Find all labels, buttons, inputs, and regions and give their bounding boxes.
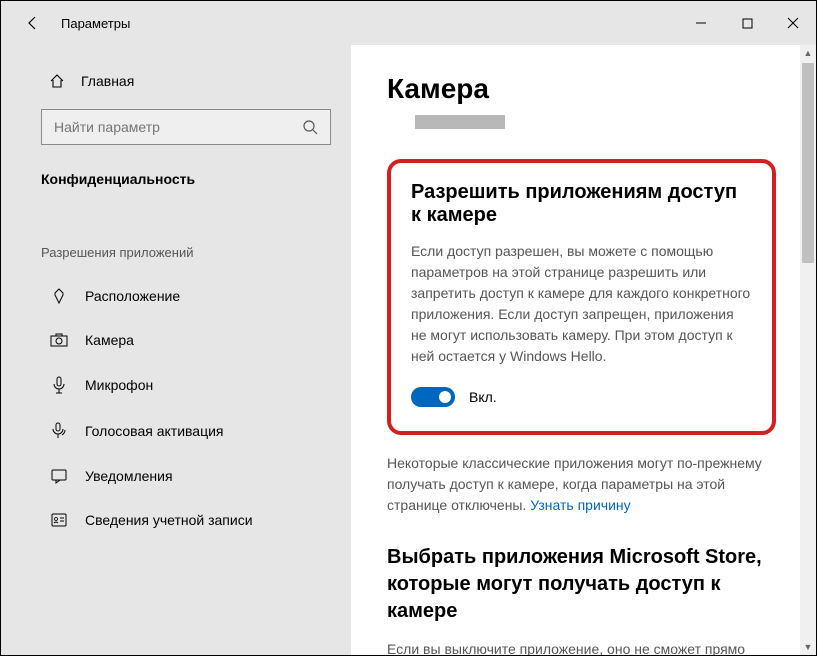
sidebar-item-microphone[interactable]: Микрофон <box>1 362 351 408</box>
maximize-icon <box>742 18 753 29</box>
toggle-state-label: Вкл. <box>469 389 497 405</box>
camera-icon <box>49 333 69 347</box>
sidebar-item-label: Камера <box>85 332 134 348</box>
sidebar-item-location[interactable]: Расположение <box>1 274 351 318</box>
card-body: Если доступ разрешен, вы можете с помощь… <box>411 241 752 367</box>
search-input[interactable] <box>54 119 302 135</box>
home-label: Главная <box>81 73 134 89</box>
camera-access-toggle[interactable] <box>411 387 455 407</box>
account-info-icon <box>49 512 69 528</box>
sidebar-section-header: Конфиденциальность <box>1 161 351 197</box>
scroll-thumb[interactable] <box>802 63 814 263</box>
arrow-left-icon <box>25 15 41 31</box>
close-button[interactable] <box>770 1 816 45</box>
sidebar-item-account-info[interactable]: Сведения учетной записи <box>1 498 351 542</box>
sidebar-item-notifications[interactable]: Уведомления <box>1 454 351 498</box>
search-icon <box>302 119 318 135</box>
classic-apps-note: Некоторые классические приложения могут … <box>387 453 776 516</box>
notifications-icon <box>49 468 69 484</box>
main-content: Камера Разрешить приложениям доступ к ка… <box>351 45 816 655</box>
microphone-icon <box>49 376 69 394</box>
sidebar-nav-list: Расположение Камера Микрофон Голосовая а… <box>1 274 351 542</box>
choose-apps-heading: Выбрать приложения Microsoft Store, кото… <box>387 544 776 625</box>
home-icon <box>49 73 65 89</box>
search-box[interactable] <box>41 109 331 145</box>
maximize-button[interactable] <box>724 1 770 45</box>
scroll-down-arrow[interactable]: ▼ <box>800 639 816 655</box>
sidebar-item-label: Сведения учетной записи <box>85 512 253 528</box>
home-nav[interactable]: Главная <box>1 63 351 99</box>
sidebar: Главная Конфиденциальность Разрешения пр… <box>1 45 351 655</box>
back-button[interactable] <box>17 7 49 39</box>
page-title: Камера <box>387 73 776 105</box>
sidebar-item-label: Голосовая активация <box>85 423 224 439</box>
window-title: Параметры <box>61 16 130 31</box>
sidebar-item-label: Уведомления <box>85 468 173 484</box>
voice-activation-icon <box>49 422 69 440</box>
obscured-text <box>415 115 505 129</box>
scroll-up-arrow[interactable]: ▲ <box>800 45 816 61</box>
minimize-button[interactable] <box>678 1 724 45</box>
learn-why-link[interactable]: Узнать причину <box>530 497 630 513</box>
minimize-icon <box>695 17 707 29</box>
sidebar-item-camera[interactable]: Камера <box>1 318 351 362</box>
choose-apps-body: Если вы выключите приложение, оно не смо… <box>387 639 776 655</box>
sidebar-item-label: Расположение <box>85 288 180 304</box>
location-icon <box>49 288 69 304</box>
sidebar-item-voice-activation[interactable]: Голосовая активация <box>1 408 351 454</box>
close-icon <box>787 17 799 29</box>
titlebar: Параметры <box>1 1 816 45</box>
sidebar-item-label: Микрофон <box>85 377 153 393</box>
scrollbar[interactable]: ▲ ▼ <box>800 45 816 655</box>
card-heading: Разрешить приложениям доступ к камере <box>411 181 752 227</box>
sidebar-subsection-label: Разрешения приложений <box>1 237 351 268</box>
allow-apps-card: Разрешить приложениям доступ к камере Ес… <box>387 159 776 435</box>
